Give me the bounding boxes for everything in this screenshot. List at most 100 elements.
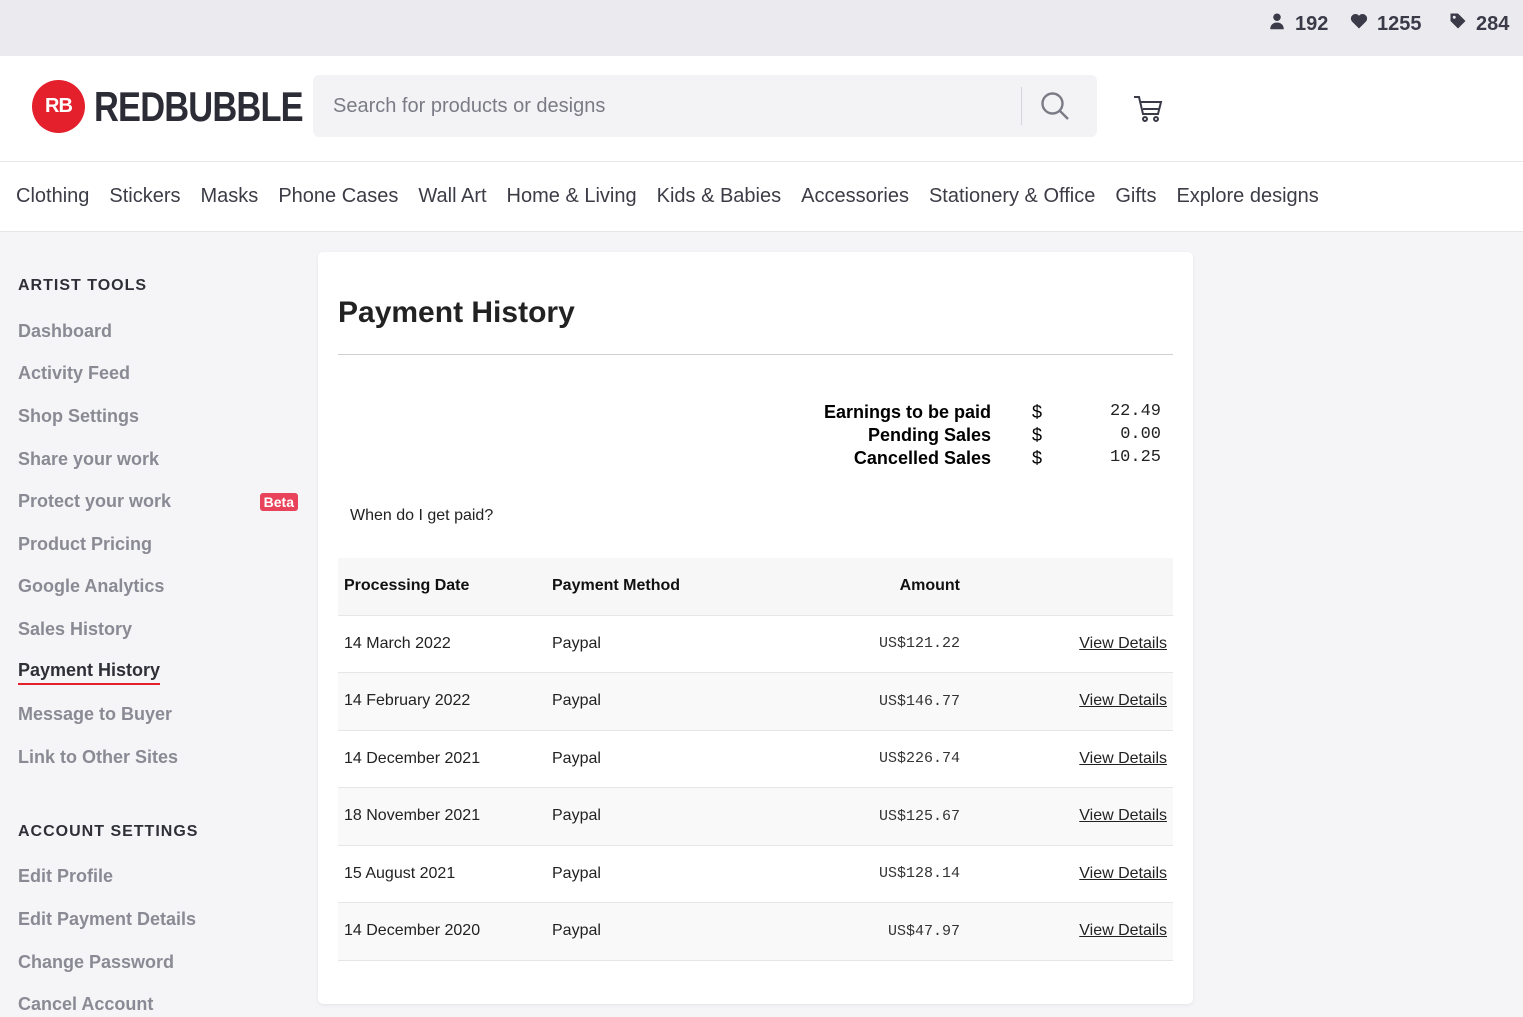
tags-count: 284	[1476, 12, 1510, 35]
view-details-link[interactable]: View Details	[1079, 922, 1167, 939]
sidebar-item-google-analytics[interactable]: Google Analytics	[18, 565, 303, 608]
sidebar-item-protect-your-work[interactable]: Protect your work Beta	[18, 479, 303, 522]
title-divider	[338, 354, 1173, 355]
table-row: 14 December 2020 Paypal US$47.97 View De…	[338, 902, 1173, 960]
cell-date: 14 December 2020	[344, 922, 481, 940]
sidebar-item-label: Google Analytics	[18, 576, 165, 597]
sidebar-item-message-to-buyer[interactable]: Message to Buyer	[18, 692, 303, 735]
summary-row-earnings: Earnings to be paid $ 22.49	[318, 402, 1193, 426]
cart-icon	[1134, 96, 1163, 122]
cell-method: Paypal	[552, 692, 601, 710]
sidebar-item-share-your-work[interactable]: Share your work	[18, 437, 303, 480]
cell-amount: US$146.77	[878, 692, 960, 710]
followers-count: 192	[1295, 12, 1329, 35]
logo-mark: RB	[32, 80, 85, 133]
table-row: 14 February 2022 Paypal US$146.77 View D…	[338, 672, 1173, 730]
summary-label: Cancelled Sales	[853, 448, 991, 468]
sidebar-item-label: Edit Payment Details	[18, 908, 197, 929]
summary-row-pending: Pending Sales $ 0.00	[318, 425, 1193, 449]
table-row: 14 December 2021 Paypal US$226.74 View D…	[338, 730, 1173, 788]
followers-stat[interactable]: 192	[1268, 12, 1328, 36]
cell-date: 18 November 2021	[344, 807, 481, 825]
cell-amount: US$121.22	[878, 635, 960, 653]
sidebar-item-cancel-account[interactable]: Cancel Account	[18, 982, 303, 1017]
sidebar-item-label: Message to Buyer	[18, 704, 173, 725]
sidebar-item-label: Cancel Account	[18, 994, 154, 1015]
sidebar-item-sales-history[interactable]: Sales History	[18, 607, 303, 650]
sidebar-item-label: Payment History	[18, 660, 161, 685]
cell-amount: US$47.97	[887, 922, 960, 940]
cell-method: Paypal	[552, 807, 601, 825]
table-row: 15 August 2021 Paypal US$128.14 View Det…	[338, 845, 1173, 903]
sidebar-item-edit-profile[interactable]: Edit Profile	[18, 855, 303, 898]
redbubble-logo[interactable]: RB REDBUBBLE	[32, 80, 349, 133]
column-header-method: Payment Method	[552, 577, 681, 595]
stats-bar: 192 1255 284	[0, 0, 1523, 56]
summary-currency: $	[1032, 448, 1043, 468]
summary-label: Earnings to be paid	[823, 402, 991, 422]
category-nav: Clothing Stickers Masks Phone Cases Wall…	[0, 162, 1523, 232]
view-details-link[interactable]: View Details	[1079, 865, 1167, 882]
sidebar-item-label: Dashboard	[18, 320, 113, 341]
category-wall-art[interactable]: Wall Art	[418, 185, 486, 208]
table-row: 18 November 2021 Paypal US$125.67 View D…	[338, 787, 1173, 845]
search-button[interactable]	[1037, 88, 1073, 124]
summary-value: 22.49	[1109, 402, 1161, 421]
search-input[interactable]	[313, 75, 1021, 137]
sidebar-item-product-pricing[interactable]: Product Pricing	[18, 522, 303, 565]
likes-count: 1255	[1377, 12, 1422, 35]
view-details-link[interactable]: View Details	[1079, 750, 1167, 767]
when-paid-link[interactable]: When do I get paid?	[350, 507, 493, 525]
sidebar-item-change-password[interactable]: Change Password	[18, 940, 303, 983]
sidebar-item-payment-history[interactable]: Payment History	[18, 650, 303, 693]
page-title: Payment History	[338, 296, 575, 329]
search-icon	[1041, 92, 1069, 120]
view-details-link[interactable]: View Details	[1079, 807, 1167, 824]
account-settings-heading: ACCOUNT SETTINGS	[18, 822, 199, 840]
view-details-link[interactable]: View Details	[1079, 635, 1167, 652]
category-masks[interactable]: Masks	[201, 185, 259, 208]
view-details-link[interactable]: View Details	[1079, 692, 1167, 709]
column-header-date: Processing Date	[344, 577, 470, 595]
cell-date: 14 February 2022	[344, 692, 471, 710]
sidebar-item-label: Shop Settings	[18, 405, 139, 426]
category-explore-designs[interactable]: Explore designs	[1176, 185, 1318, 208]
cart-button[interactable]	[1130, 90, 1166, 126]
sidebar-item-shop-settings[interactable]: Shop Settings	[18, 394, 303, 437]
sidebar-item-label: Change Password	[18, 951, 175, 972]
person-icon	[1268, 12, 1295, 36]
sidebar-item-label: Edit Profile	[18, 866, 114, 887]
tag-icon	[1449, 12, 1476, 36]
category-clothing[interactable]: Clothing	[16, 185, 89, 208]
sidebar-item-edit-payment-details[interactable]: Edit Payment Details	[18, 897, 303, 940]
sidebar-item-label: Protect your work	[18, 491, 172, 512]
column-header-amount: Amount	[899, 577, 960, 595]
search-divider	[1021, 87, 1022, 125]
sidebar-item-label: Share your work	[18, 448, 160, 469]
sidebar-item-label: Activity Feed	[18, 363, 131, 384]
category-accessories[interactable]: Accessories	[801, 185, 909, 208]
summary-value: 10.25	[1109, 448, 1161, 467]
category-phone-cases[interactable]: Phone Cases	[278, 185, 398, 208]
summary-label: Pending Sales	[867, 425, 991, 445]
column-header-actions	[966, 558, 1173, 615]
cell-method: Paypal	[552, 634, 601, 652]
likes-stat[interactable]: 1255	[1350, 12, 1422, 36]
table-row: 14 March 2022 Paypal US$121.22 View Deta…	[338, 615, 1173, 673]
cell-amount: US$128.14	[878, 865, 960, 883]
cell-date: 14 December 2021	[344, 749, 481, 767]
cell-date: 14 March 2022	[344, 634, 451, 652]
category-home-living[interactable]: Home & Living	[507, 185, 637, 208]
summary-row-cancelled: Cancelled Sales $ 10.25	[318, 448, 1193, 472]
sidebar-item-link-to-other-sites[interactable]: Link to Other Sites	[18, 735, 303, 778]
category-gifts[interactable]: Gifts	[1115, 185, 1156, 208]
site-header: RB REDBUBBLE	[0, 56, 1523, 162]
category-kids-babies[interactable]: Kids & Babies	[657, 185, 782, 208]
cell-date: 15 August 2021	[344, 864, 456, 882]
category-stickers[interactable]: Stickers	[109, 185, 180, 208]
tags-stat[interactable]: 284	[1449, 12, 1509, 36]
sidebar-item-label: Product Pricing	[18, 533, 153, 554]
sidebar-item-dashboard[interactable]: Dashboard	[18, 309, 303, 352]
category-stationery-office[interactable]: Stationery & Office	[929, 185, 1095, 208]
sidebar-item-activity-feed[interactable]: Activity Feed	[18, 352, 303, 395]
